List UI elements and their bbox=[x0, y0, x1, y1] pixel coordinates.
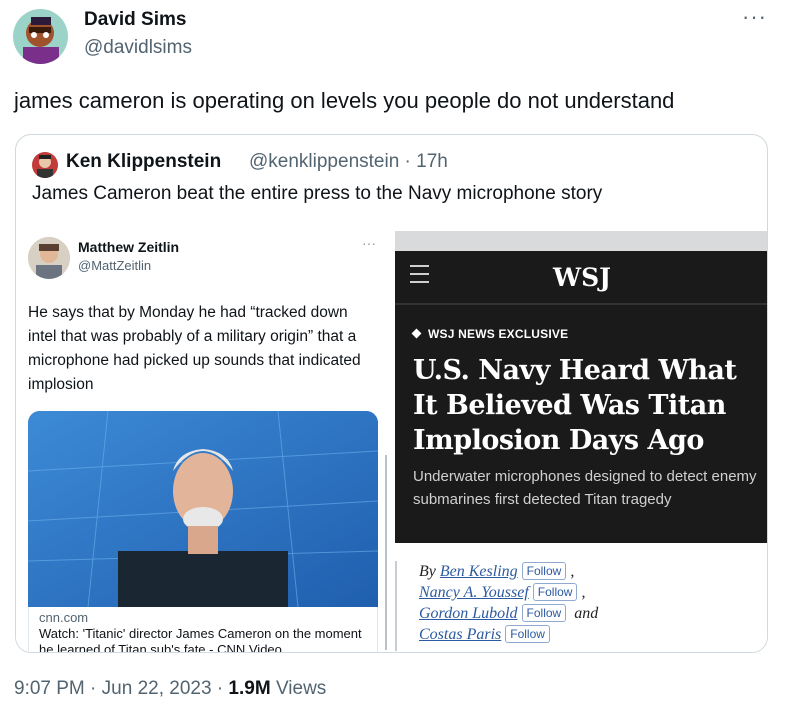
views-count: 1.9M bbox=[228, 678, 271, 699]
author-handle[interactable]: @davidlsims bbox=[84, 37, 192, 59]
card-title: Watch: 'Titanic' director James Cameron … bbox=[39, 626, 362, 653]
follow-button: Follow bbox=[505, 625, 550, 643]
wsj-logo: WSJ bbox=[553, 263, 611, 292]
quoted-tweet[interactable]: Ken Klippenstein @kenklippenstein · 17h … bbox=[15, 134, 768, 653]
quote-text: James Cameron beat the entire press to t… bbox=[32, 183, 603, 204]
quote-image-left[interactable]: Matthew Zeitlin @MattZeitlin ··· He says… bbox=[16, 231, 396, 653]
byline-and: and bbox=[574, 605, 599, 622]
article-byline: By Ben Kesling Follow, Nancy A. Youssef Fo… bbox=[419, 561, 759, 645]
cnn-video-thumbnail bbox=[28, 411, 378, 607]
article-dek: Underwater microphones designed to detec… bbox=[413, 468, 757, 508]
follow-button: Follow bbox=[521, 562, 567, 580]
byline-comma: , bbox=[581, 584, 586, 601]
author-link: Nancy A. Youssef bbox=[419, 584, 529, 601]
author-link: Ben Kesling bbox=[439, 563, 518, 580]
byline-prefix: By bbox=[419, 563, 436, 580]
article-headline: U.S. Navy Heard What It Believed Was Tit… bbox=[413, 355, 737, 456]
tweet-date[interactable]: Jun 22, 2023 bbox=[102, 678, 212, 699]
card-domain: cnn.com bbox=[39, 610, 89, 625]
diamond-icon bbox=[411, 328, 422, 339]
follow-button: Follow bbox=[532, 583, 578, 601]
tweet-meta: 9:07 PM · Jun 22, 2023 · 1.9M Views bbox=[14, 678, 326, 700]
byline-comma: , bbox=[570, 563, 575, 580]
tweet-text: james cameron is operating on levels you… bbox=[14, 88, 675, 113]
more-options-icon[interactable]: ··· bbox=[742, 4, 767, 30]
article-header: WSJ NEWS EXCLUSIVE U.S. Navy Heard What … bbox=[395, 305, 767, 543]
matthew-zeitlin-avatar bbox=[28, 237, 70, 279]
embedded-author-name: Matthew Zeitlin bbox=[78, 239, 180, 255]
separator: · bbox=[216, 678, 224, 699]
browser-bar bbox=[395, 231, 767, 251]
embedded-more-icon: ··· bbox=[362, 235, 376, 251]
embedded-scrollbar bbox=[385, 455, 387, 650]
embedded-author-handle: @MattZeitlin bbox=[78, 258, 152, 273]
author-name[interactable]: David Sims bbox=[84, 9, 186, 31]
article-kicker: WSJ NEWS EXCLUSIVE bbox=[411, 327, 569, 341]
avatar[interactable] bbox=[13, 9, 68, 64]
separator: · bbox=[90, 678, 97, 699]
quote-image-right[interactable]: WSJ WSJ NEWS EXCLUSIVE U.S. Navy Heard W… bbox=[395, 231, 767, 652]
wsj-nav: WSJ bbox=[395, 251, 767, 303]
cnn-link-card: cnn.com Watch: 'Titanic' director James … bbox=[28, 607, 378, 653]
quote-author-name[interactable]: Ken Klippenstein bbox=[66, 151, 221, 173]
author-link: Costas Paris bbox=[419, 626, 502, 643]
embedded-scrollbar bbox=[395, 561, 397, 651]
embedded-tweet-text: He says that by Monday he had “tracked d… bbox=[28, 304, 361, 393]
views-label: Views bbox=[275, 678, 327, 699]
tweet-time[interactable]: 9:07 PM bbox=[14, 678, 85, 699]
quote-author-handle[interactable]: @kenklippenstein · 17h bbox=[249, 151, 448, 173]
author-link: Gordon Lubold bbox=[419, 605, 518, 622]
kicker-label: WSJ NEWS EXCLUSIVE bbox=[428, 327, 569, 341]
follow-button: Follow bbox=[521, 604, 567, 622]
quote-avatar[interactable] bbox=[32, 152, 58, 178]
